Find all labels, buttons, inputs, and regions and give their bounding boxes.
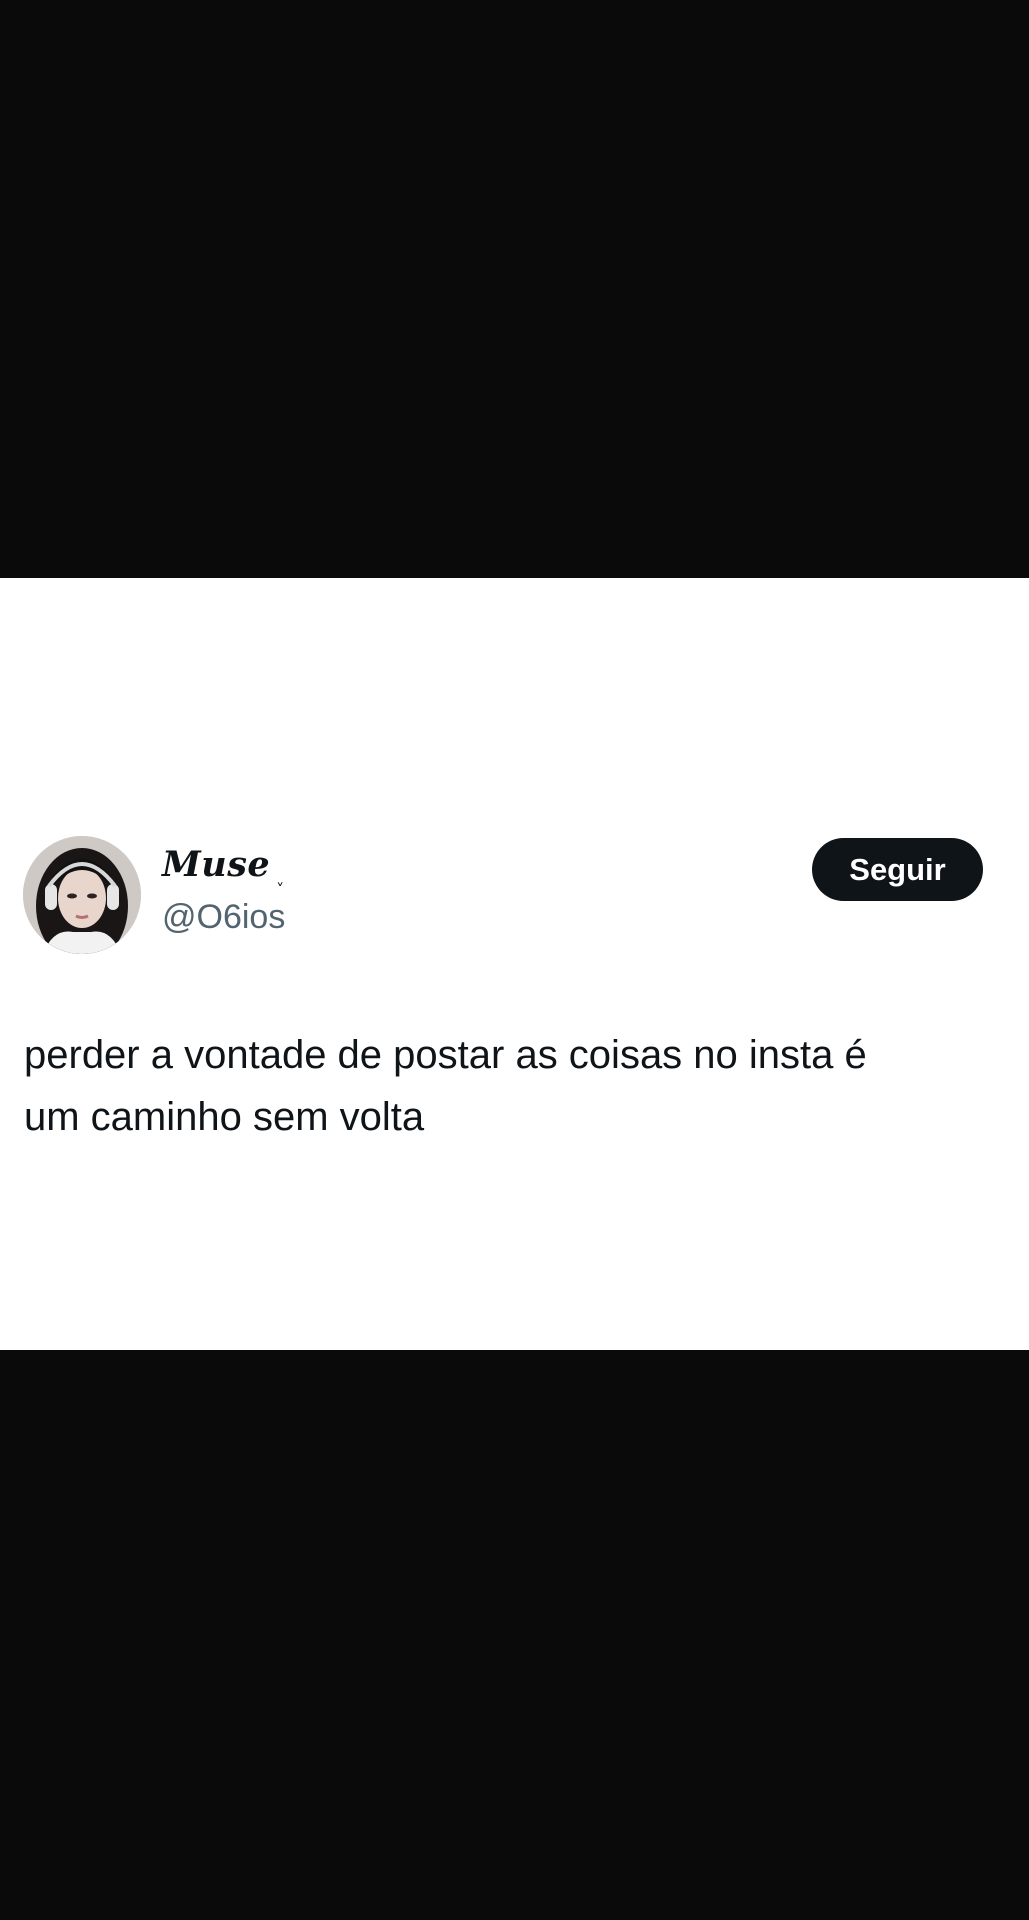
tweet-text: perder a vontade de postar as coisas no … — [24, 1033, 867, 1139]
profile-photo-icon — [23, 836, 141, 954]
follow-button[interactable]: Seguir — [812, 838, 983, 901]
tweet-card: Muse ˬ @O6ios Seguir perder a vontade de… — [0, 578, 1029, 1350]
name-decoration: ˬ — [276, 867, 285, 886]
user-handle[interactable]: @O6ios — [162, 898, 285, 937]
screen: Muse ˬ @O6ios Seguir perder a vontade de… — [0, 0, 1029, 1920]
display-name-row: Muse ˬ — [162, 844, 284, 888]
display-name[interactable]: Muse — [162, 844, 270, 885]
avatar[interactable] — [23, 836, 141, 954]
